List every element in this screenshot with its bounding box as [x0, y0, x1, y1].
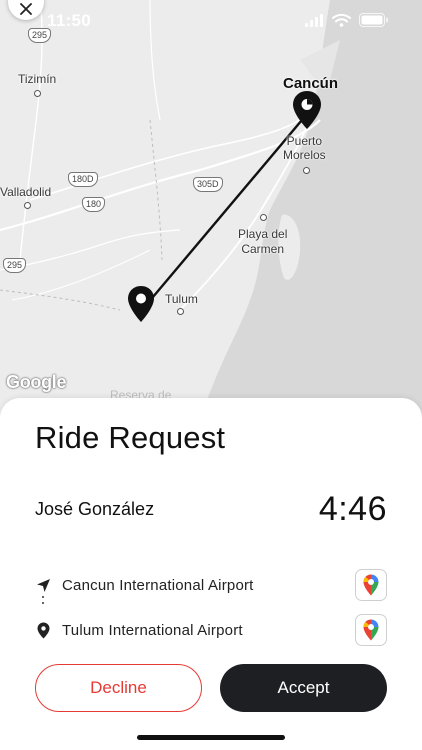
- signal-icon: [305, 14, 323, 27]
- navigation-arrow-icon: [35, 577, 51, 593]
- dropoff-row: Tulum International Airport: [35, 614, 387, 646]
- open-pickup-in-maps-button[interactable]: [355, 569, 387, 601]
- battery-icon: [359, 13, 388, 27]
- map-view[interactable]: 11:50 295 180D 180 305D 295 Cancún Puert…: [0, 0, 422, 420]
- route-connector: [42, 596, 44, 610]
- google-maps-icon: [363, 574, 379, 596]
- page-title: Ride Request: [35, 420, 226, 455]
- highway-shield: 305D: [193, 177, 223, 192]
- city-dot: [34, 90, 41, 97]
- map-label-puerto-morelos: Puerto Morelos: [283, 134, 326, 162]
- map-label-playa-del-carmen: Playa del Carmen: [238, 227, 288, 256]
- city-dot: [24, 202, 31, 209]
- pickup-pin-icon[interactable]: [292, 90, 322, 130]
- map-canvas: [0, 0, 422, 420]
- rider-name: José González: [35, 499, 155, 519]
- countdown-timer: 4:46: [318, 490, 387, 528]
- map-label-valladolid: Valladolid: [0, 185, 52, 199]
- city-dot: [260, 214, 267, 221]
- pickup-location: Cancun International Airport: [62, 576, 254, 594]
- map-label-tizimin: Tizimín: [18, 72, 57, 86]
- map-label-tulum: Tulum: [165, 292, 198, 306]
- close-icon: [20, 3, 32, 15]
- open-dropoff-in-maps-button[interactable]: [355, 614, 387, 646]
- highway-shield: 295: [28, 28, 52, 43]
- highway-shield: 180: [82, 197, 106, 212]
- highway-shield: 180D: [68, 172, 98, 187]
- wifi-icon: [332, 13, 351, 27]
- decline-button[interactable]: Decline: [35, 664, 202, 712]
- home-indicator: [137, 735, 285, 740]
- location-pin-icon: [35, 622, 51, 638]
- ride-request-sheet: Ride Request José González 4:46 Cancun I…: [0, 398, 422, 750]
- accept-button[interactable]: Accept: [220, 664, 387, 712]
- google-attribution-logo: Google: [6, 372, 67, 392]
- highway-shield: 295: [3, 258, 27, 273]
- pickup-row: Cancun International Airport: [35, 569, 387, 601]
- status-time: 11:50: [47, 11, 92, 30]
- city-dot: [303, 167, 310, 174]
- google-maps-icon: [363, 619, 379, 641]
- status-bar: 11:50: [0, 0, 422, 44]
- dropoff-pin-icon[interactable]: [127, 285, 155, 323]
- dropoff-location: Tulum International Airport: [62, 621, 243, 639]
- city-dot: [177, 308, 184, 315]
